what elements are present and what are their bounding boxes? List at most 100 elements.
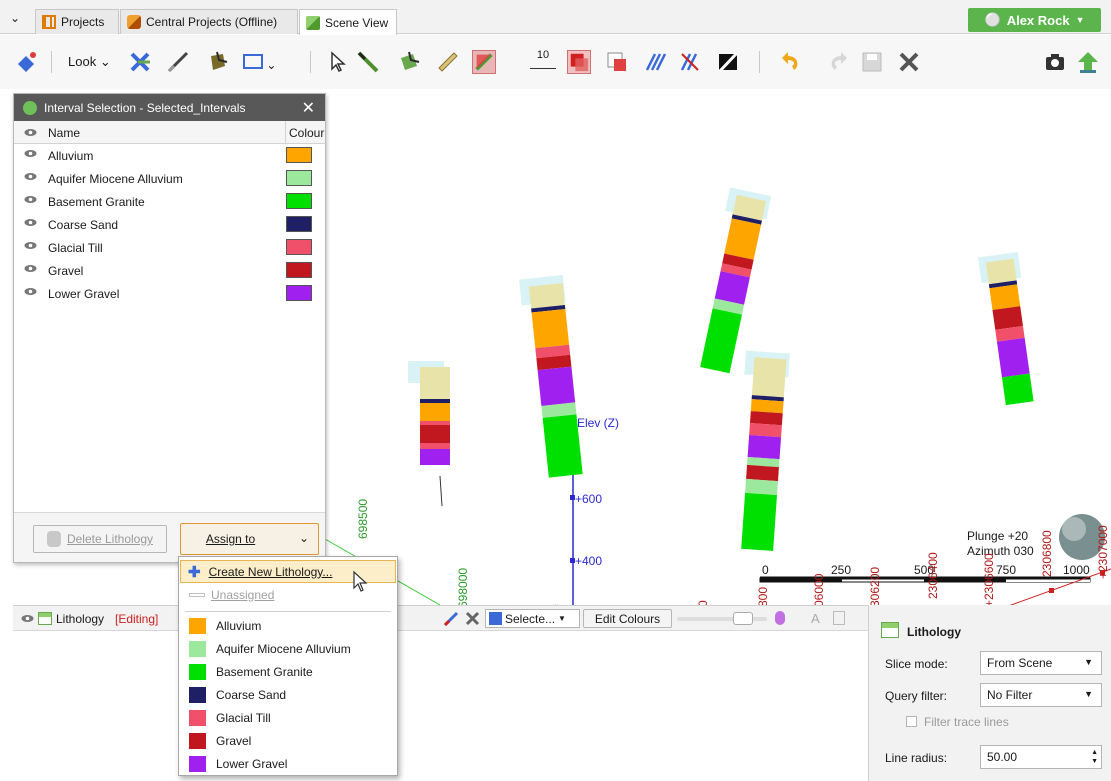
- table-header: Name Colour: [14, 121, 325, 144]
- table-row[interactable]: Alluvium: [14, 144, 325, 167]
- select-dropdown[interactable]: Selecte... ▼: [485, 609, 580, 628]
- table-row[interactable]: Lower Gravel: [14, 282, 325, 305]
- hatched-lines-icon[interactable]: [643, 50, 667, 74]
- visibility-eye-icon[interactable]: [24, 241, 37, 250]
- table-row[interactable]: Coarse Sand: [14, 213, 325, 236]
- tab-menu-chevron-icon[interactable]: ⌄: [10, 11, 20, 25]
- menu-item-lithology[interactable]: Glacial Till: [180, 706, 396, 729]
- menu-item-lithology[interactable]: Lower Gravel: [180, 752, 396, 775]
- look-button[interactable]: Look ⌄: [68, 54, 111, 70]
- colour-swatch[interactable]: [286, 147, 312, 163]
- elev-axis-label: Elev (Z): [577, 416, 619, 430]
- menu-item-label: Basement Granite: [216, 664, 313, 679]
- visibility-eye-icon[interactable]: [24, 172, 37, 181]
- select-object-icon[interactable]: [397, 50, 421, 74]
- panel-title-bar[interactable]: Interval Selection - Selected_Intervals …: [14, 94, 325, 121]
- column-header-colour[interactable]: Colour: [289, 126, 324, 140]
- spin-arrows-icon[interactable]: ▲ ▼: [1091, 748, 1098, 766]
- scale-label-250: 250: [831, 563, 852, 577]
- visibility-eye-icon[interactable]: [24, 128, 37, 137]
- cube-shape-icon[interactable]: [205, 50, 229, 74]
- slice-mode-label: Slice mode:: [885, 657, 948, 671]
- easting-label-6: 06000: [812, 573, 826, 605]
- menu-item-lithology[interactable]: Aquifer Miocene Alluvium: [180, 637, 396, 660]
- draw-erase-icon[interactable]: [443, 610, 460, 627]
- upload-icon[interactable]: [1076, 50, 1100, 74]
- edit-colours-button[interactable]: Edit Colours: [583, 609, 672, 628]
- look-label: Look: [68, 54, 97, 69]
- menu-item-lithology[interactable]: Coarse Sand: [180, 683, 396, 706]
- colour-swatch[interactable]: [286, 285, 312, 301]
- lithology-editor-title: Lithology: [56, 612, 105, 626]
- view-layout-button[interactable]: ⌄: [243, 54, 276, 72]
- opacity-slider-handle[interactable]: [733, 612, 753, 625]
- close-x-icon[interactable]: [897, 50, 921, 74]
- row-name: Basement Granite: [48, 195, 145, 209]
- select-arrow-icon[interactable]: [326, 50, 350, 74]
- paint-bucket-icon[interactable]: [14, 50, 38, 74]
- filter-trace-checkbox[interactable]: [906, 716, 917, 727]
- x-axis-icon[interactable]: [128, 50, 152, 74]
- hide-lines-icon[interactable]: [678, 50, 702, 74]
- colour-swatch[interactable]: [286, 170, 312, 186]
- slice-mode-select[interactable]: From Scene ▼: [980, 651, 1102, 675]
- tab-central-projects[interactable]: Central Projects (Offline): [120, 9, 298, 34]
- table-row[interactable]: Aquifer Miocene Alluvium: [14, 167, 325, 190]
- line-radius-input[interactable]: 50.00 ▲ ▼: [980, 745, 1102, 769]
- properties-title: Lithology: [907, 625, 961, 639]
- slice-plane-icon[interactable]: [472, 50, 496, 74]
- colour-swatch[interactable]: [286, 239, 312, 255]
- tab-projects[interactable]: Projects: [35, 9, 119, 34]
- opacity-slider[interactable]: [677, 612, 767, 625]
- visibility-eye-icon[interactable]: [21, 614, 34, 623]
- redo-icon[interactable]: [825, 50, 849, 74]
- menu-item-lithology[interactable]: Basement Granite: [180, 660, 396, 683]
- visibility-eye-icon[interactable]: [24, 195, 37, 204]
- scale-value: 10: [536, 49, 550, 61]
- assign-to-button[interactable]: Assign to ⌄: [180, 523, 319, 555]
- fill-box-icon[interactable]: [567, 50, 591, 74]
- row-name: Lower Gravel: [48, 287, 120, 301]
- visibility-eye-icon[interactable]: [24, 149, 37, 158]
- ruler-icon[interactable]: [436, 50, 460, 74]
- text-style-icon[interactable]: A: [811, 611, 820, 626]
- scale-bar-toggle[interactable]: 10: [530, 47, 556, 69]
- visibility-eye-icon[interactable]: [24, 287, 37, 296]
- menu-item-lithology[interactable]: Gravel: [180, 729, 396, 752]
- lithology-editor-panel: Lithology [Editing] Selecte... ▼ Edit Co…: [13, 605, 868, 781]
- outline-box-icon[interactable]: [605, 50, 629, 74]
- menu-item-label: Aquifer Miocene Alluvium: [216, 641, 351, 656]
- clear-x-icon[interactable]: [464, 610, 481, 627]
- column-header-name[interactable]: Name: [48, 126, 80, 140]
- query-filter-select[interactable]: No Filter ▼: [980, 683, 1102, 707]
- tab-central-label: Central Projects (Offline): [146, 15, 278, 29]
- save-icon[interactable]: [860, 50, 884, 74]
- colour-swatch[interactable]: [286, 216, 312, 232]
- layout-icon[interactable]: [833, 611, 845, 625]
- table-row[interactable]: Gravel: [14, 259, 325, 282]
- table-row[interactable]: Glacial Till: [14, 236, 325, 259]
- visibility-eye-icon[interactable]: [24, 264, 37, 273]
- select-mode-icon: [489, 612, 502, 625]
- table-row[interactable]: Basement Granite: [14, 190, 325, 213]
- tab-scene-view[interactable]: Scene View: [299, 9, 397, 35]
- colour-swatch: [189, 640, 206, 657]
- menu-item-lithology[interactable]: Alluvium: [180, 614, 396, 637]
- undo-icon[interactable]: [780, 50, 804, 74]
- camera-icon[interactable]: [1043, 50, 1067, 74]
- invert-selection-icon[interactable]: [716, 50, 740, 74]
- colour-swatch[interactable]: [286, 262, 312, 278]
- tab-scene-label: Scene View: [325, 15, 389, 30]
- user-account-button[interactable]: ⚪ Alex Rock ▼: [968, 8, 1101, 32]
- select-line-icon[interactable]: [356, 50, 380, 74]
- draw-line-icon[interactable]: [166, 50, 190, 74]
- delete-lithology-button[interactable]: Delete Lithology: [33, 525, 167, 553]
- visibility-eye-icon[interactable]: [24, 218, 37, 227]
- unassigned-label: Unassigned: [211, 587, 275, 602]
- transparency-icon[interactable]: [775, 611, 785, 625]
- interval-selection-panel: Interval Selection - Selected_Intervals …: [13, 93, 326, 563]
- close-icon[interactable]: ✕: [302, 98, 315, 118]
- database-icon: [46, 531, 61, 547]
- easting-label-4: 2306400: [926, 552, 940, 599]
- colour-swatch[interactable]: [286, 193, 312, 209]
